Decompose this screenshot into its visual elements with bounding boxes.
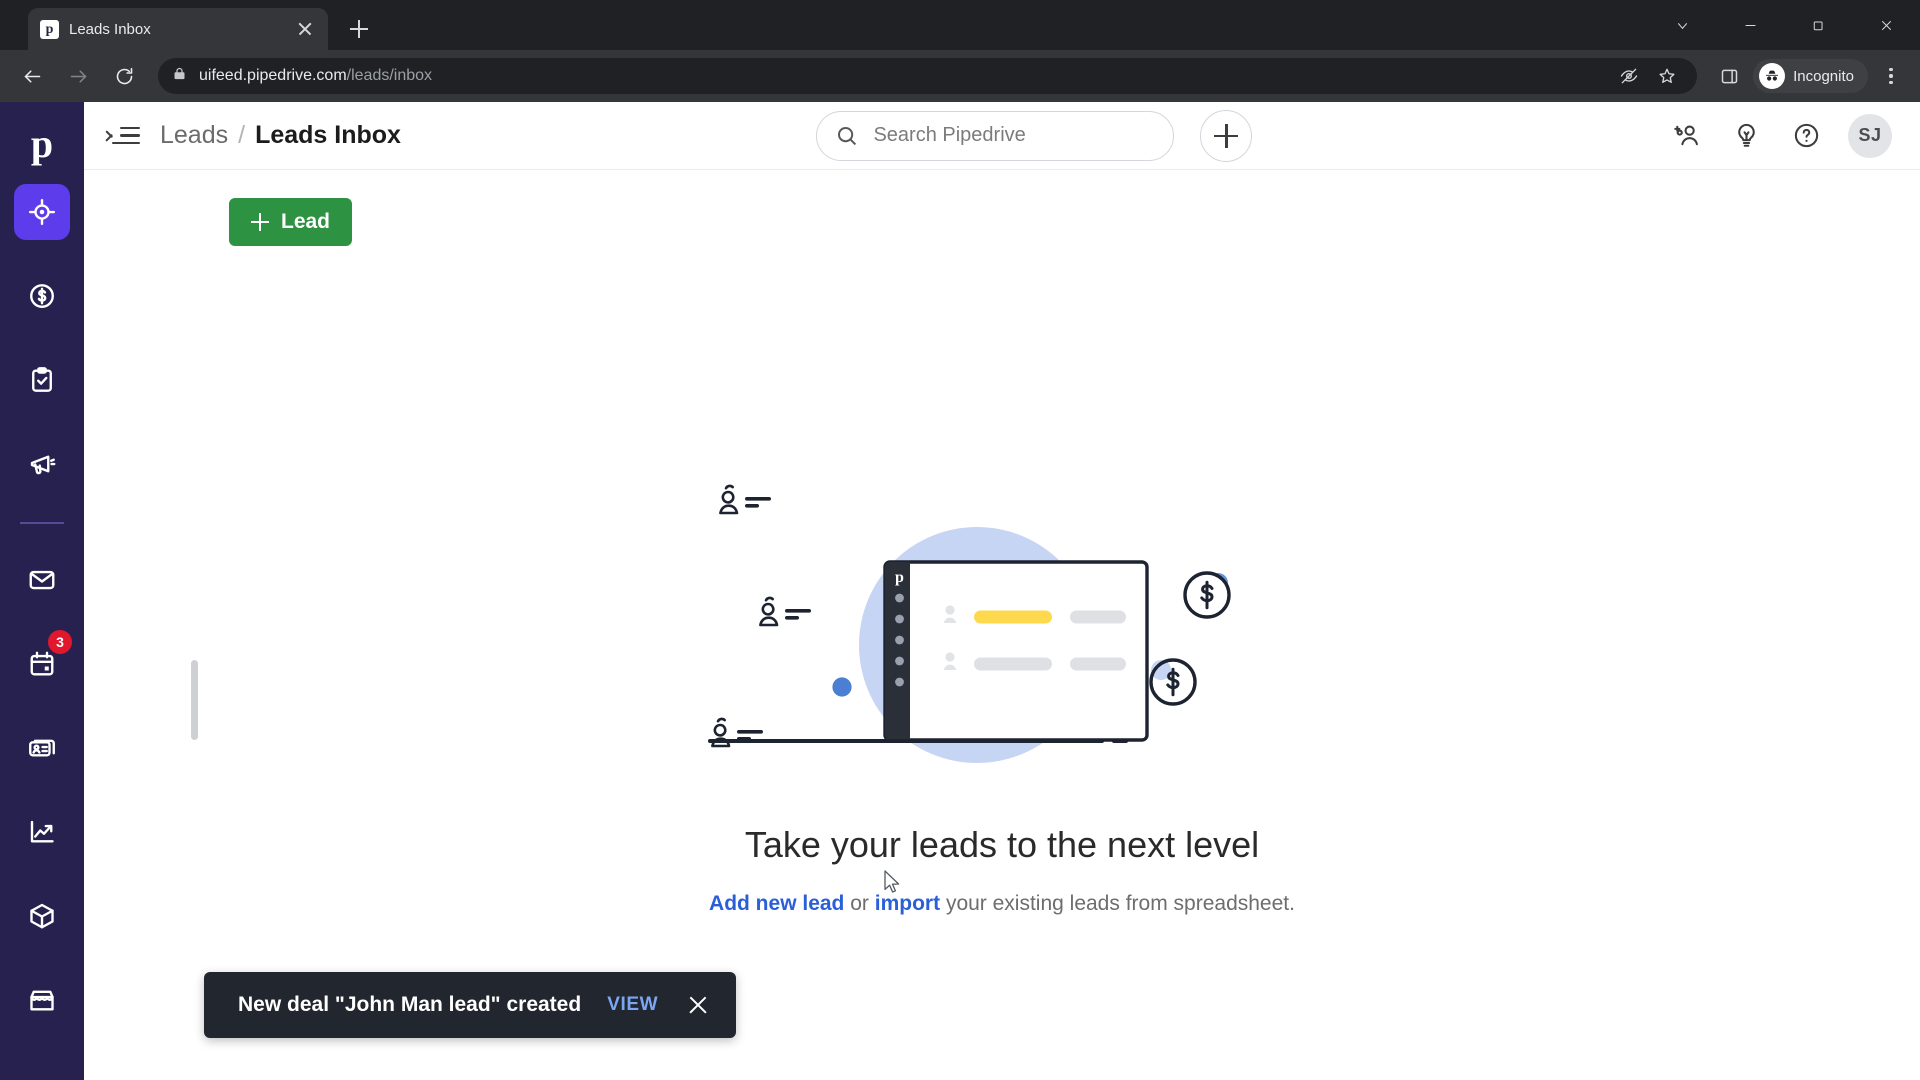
text-rest: your existing leads from spreadsheet. xyxy=(945,892,1295,915)
leads-laptop-illustration: p xyxy=(702,470,1302,790)
browser-window: p Leads Inbox uifeed.pipedrive.com/leads… xyxy=(0,0,1920,1080)
sidebar-item-deals[interactable] xyxy=(14,268,70,324)
sidebar-item-insights[interactable] xyxy=(14,804,70,860)
tab-strip: p Leads Inbox xyxy=(0,0,1920,50)
empty-state: p Take your leads to the next level Add … xyxy=(84,470,1920,916)
omnibox-actions xyxy=(1613,60,1683,92)
sidebar-item-activities[interactable] xyxy=(14,352,70,408)
incognito-label: Incognito xyxy=(1793,67,1854,85)
sidebar-item-products[interactable] xyxy=(14,888,70,944)
main-panel: Leads / Leads Inbox Search Pipedrive SJ … xyxy=(84,102,1920,1080)
sidebar-item-marketplace[interactable] xyxy=(14,972,70,1028)
secure-lock-icon xyxy=(172,66,187,86)
incognito-icon xyxy=(1759,63,1786,89)
mouse-cursor-icon xyxy=(884,870,900,893)
app-header: Leads / Leads Inbox Search Pipedrive SJ xyxy=(84,102,1920,170)
app-sidebar: p 3 xyxy=(0,102,84,1080)
add-user-icon[interactable] xyxy=(1668,118,1704,154)
toast-view-button[interactable]: VIEW xyxy=(607,994,658,1016)
plus-icon xyxy=(251,213,269,231)
calendar-icon xyxy=(30,651,54,676)
avatar[interactable]: SJ xyxy=(1848,113,1892,158)
browser-toolbar: uifeed.pipedrive.com/leads/inbox Incogni… xyxy=(0,50,1920,102)
new-tab-button[interactable] xyxy=(342,12,376,46)
breadcrumb-parent[interactable]: Leads xyxy=(160,121,228,150)
sidebar-item-calendar[interactable]: 3 xyxy=(14,630,72,692)
contact-card-icon xyxy=(29,739,55,757)
quick-add-button[interactable] xyxy=(1200,109,1253,162)
forward-icon[interactable] xyxy=(58,56,98,96)
search-input[interactable]: Search Pipedrive xyxy=(816,110,1175,161)
eye-off-icon[interactable] xyxy=(1613,60,1645,92)
lightbulb-icon[interactable] xyxy=(1728,118,1764,154)
tab-favicon-icon: p xyxy=(40,19,59,39)
side-panel-icon[interactable] xyxy=(1711,58,1747,94)
toast-notification: New deal "John Man lead" created VIEW xyxy=(204,972,737,1038)
reload-icon[interactable] xyxy=(104,56,144,96)
breadcrumb: Leads / Leads Inbox xyxy=(160,121,401,150)
search-icon xyxy=(838,126,857,145)
empty-state-subline: Add new lead or import your existing lea… xyxy=(709,892,1295,916)
maximize-icon[interactable] xyxy=(1784,0,1852,50)
question-circle-icon[interactable] xyxy=(1788,118,1824,154)
clipboard-check-icon xyxy=(32,367,52,392)
toast-message: New deal "John Man lead" created xyxy=(238,993,582,1016)
add-lead-label: Lead xyxy=(281,210,331,233)
sidebar-item-contacts[interactable] xyxy=(14,720,70,776)
sidebar-divider xyxy=(20,522,64,524)
sidebar-item-campaigns[interactable] xyxy=(14,436,70,492)
star-icon[interactable] xyxy=(1651,60,1683,92)
tab-title: Leads Inbox xyxy=(69,20,151,38)
close-tab-icon[interactable] xyxy=(294,18,316,40)
target-icon xyxy=(28,198,56,226)
tab-search-icon[interactable] xyxy=(1648,0,1716,50)
pipedrive-logo-icon[interactable]: p xyxy=(0,112,84,184)
three-dot-menu-icon[interactable] xyxy=(1874,58,1908,94)
close-icon[interactable] xyxy=(684,991,712,1019)
breadcrumb-separator: / xyxy=(238,121,246,149)
box-icon xyxy=(30,903,54,929)
close-window-icon[interactable] xyxy=(1852,0,1920,50)
header-right: SJ xyxy=(1668,113,1892,158)
incognito-profile-button[interactable]: Incognito xyxy=(1753,59,1868,93)
empty-state-headline: Take your leads to the next level xyxy=(744,824,1260,865)
svg-text:p: p xyxy=(895,569,904,586)
header-center: Search Pipedrive xyxy=(401,109,1668,162)
toolbar-right: Incognito xyxy=(1711,58,1908,94)
window-controls xyxy=(1648,0,1920,50)
calendar-badge: 3 xyxy=(48,630,72,654)
collapse-menu-icon[interactable] xyxy=(106,119,140,153)
breadcrumb-current: Leads Inbox xyxy=(255,121,401,149)
url-text: uifeed.pipedrive.com/leads/inbox xyxy=(199,67,433,84)
envelope-icon xyxy=(29,570,55,590)
search-placeholder: Search Pipedrive xyxy=(873,124,1026,146)
trend-chart-icon xyxy=(30,820,54,843)
content-area: Lead p Take your leads to the next level… xyxy=(84,170,1920,1080)
browser-tab[interactable]: p Leads Inbox xyxy=(28,8,328,50)
add-new-lead-link[interactable]: Add new lead xyxy=(709,892,844,915)
storefront-icon xyxy=(30,990,54,1011)
minimize-icon[interactable] xyxy=(1716,0,1784,50)
sidebar-item-leads[interactable] xyxy=(14,184,70,240)
back-icon[interactable] xyxy=(12,56,52,96)
plus-icon xyxy=(1214,123,1239,148)
pipedrive-app: p 3 Leads / Leads Inbox Search Pipedrive… xyxy=(0,102,1920,1080)
dollar-circle-icon xyxy=(30,284,54,308)
address-bar[interactable]: uifeed.pipedrive.com/leads/inbox xyxy=(158,58,1698,94)
add-lead-button[interactable]: Lead xyxy=(229,198,353,246)
sidebar-item-mail[interactable] xyxy=(14,552,70,608)
text-or: or xyxy=(850,892,869,915)
megaphone-icon xyxy=(30,455,56,475)
